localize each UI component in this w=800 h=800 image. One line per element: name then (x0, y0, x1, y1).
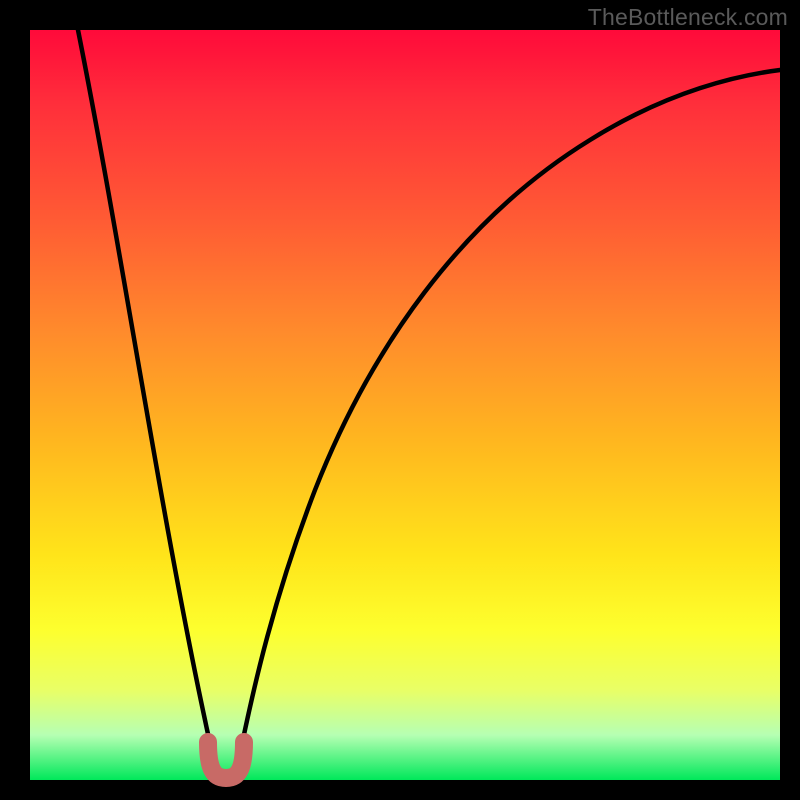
plot-area (30, 30, 780, 780)
curve-left-branch (78, 30, 222, 778)
curve-layer (30, 30, 780, 780)
optimal-marker (208, 742, 244, 778)
chart-frame: TheBottleneck.com (0, 0, 800, 800)
curve-right-branch (235, 70, 780, 778)
watermark-label: TheBottleneck.com (588, 4, 788, 31)
